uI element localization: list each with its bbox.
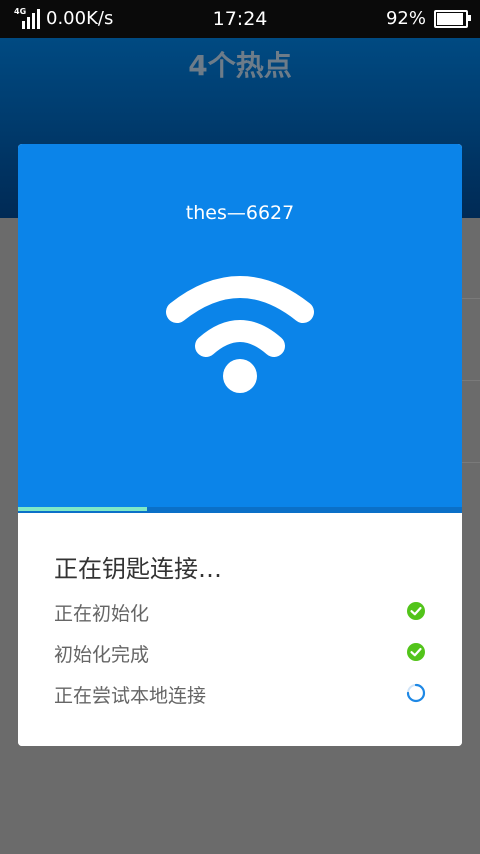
step-label: 初始化完成 xyxy=(54,644,150,666)
battery-icon xyxy=(434,9,471,28)
wifi-ssid: thes—6627 xyxy=(185,202,295,224)
step-label: 正在初始化 xyxy=(54,603,150,625)
dialog-heading: 正在钥匙连接… xyxy=(54,555,222,583)
wifi-icon xyxy=(166,276,314,393)
battery-percent: 92% xyxy=(385,8,426,29)
connecting-dialog: thes—6627 正在钥匙连接… 正在初始化 初始化完成 正在尝试本地连接 xyxy=(18,144,462,746)
dialog-body: 正在钥匙连接… 正在初始化 初始化完成 正在尝试本地连接 xyxy=(18,513,462,746)
step-item: 初始化完成 xyxy=(54,640,426,668)
check-circle-icon xyxy=(407,602,425,620)
step-item: 正在初始化 xyxy=(54,599,426,627)
status-right: 92% xyxy=(385,8,471,29)
step-label: 正在尝试本地连接 xyxy=(54,685,207,707)
dialog-banner: thes—6627 xyxy=(18,144,462,513)
step-item: 正在尝试本地连接 xyxy=(54,681,426,709)
progress-fill xyxy=(18,507,147,511)
status-bar: 4G 0.00K/s 17:24 92% xyxy=(0,0,480,38)
hotspot-count-title: 4个热点 xyxy=(188,49,292,82)
check-circle-icon xyxy=(407,643,425,661)
loading-spinner-icon xyxy=(406,683,426,703)
